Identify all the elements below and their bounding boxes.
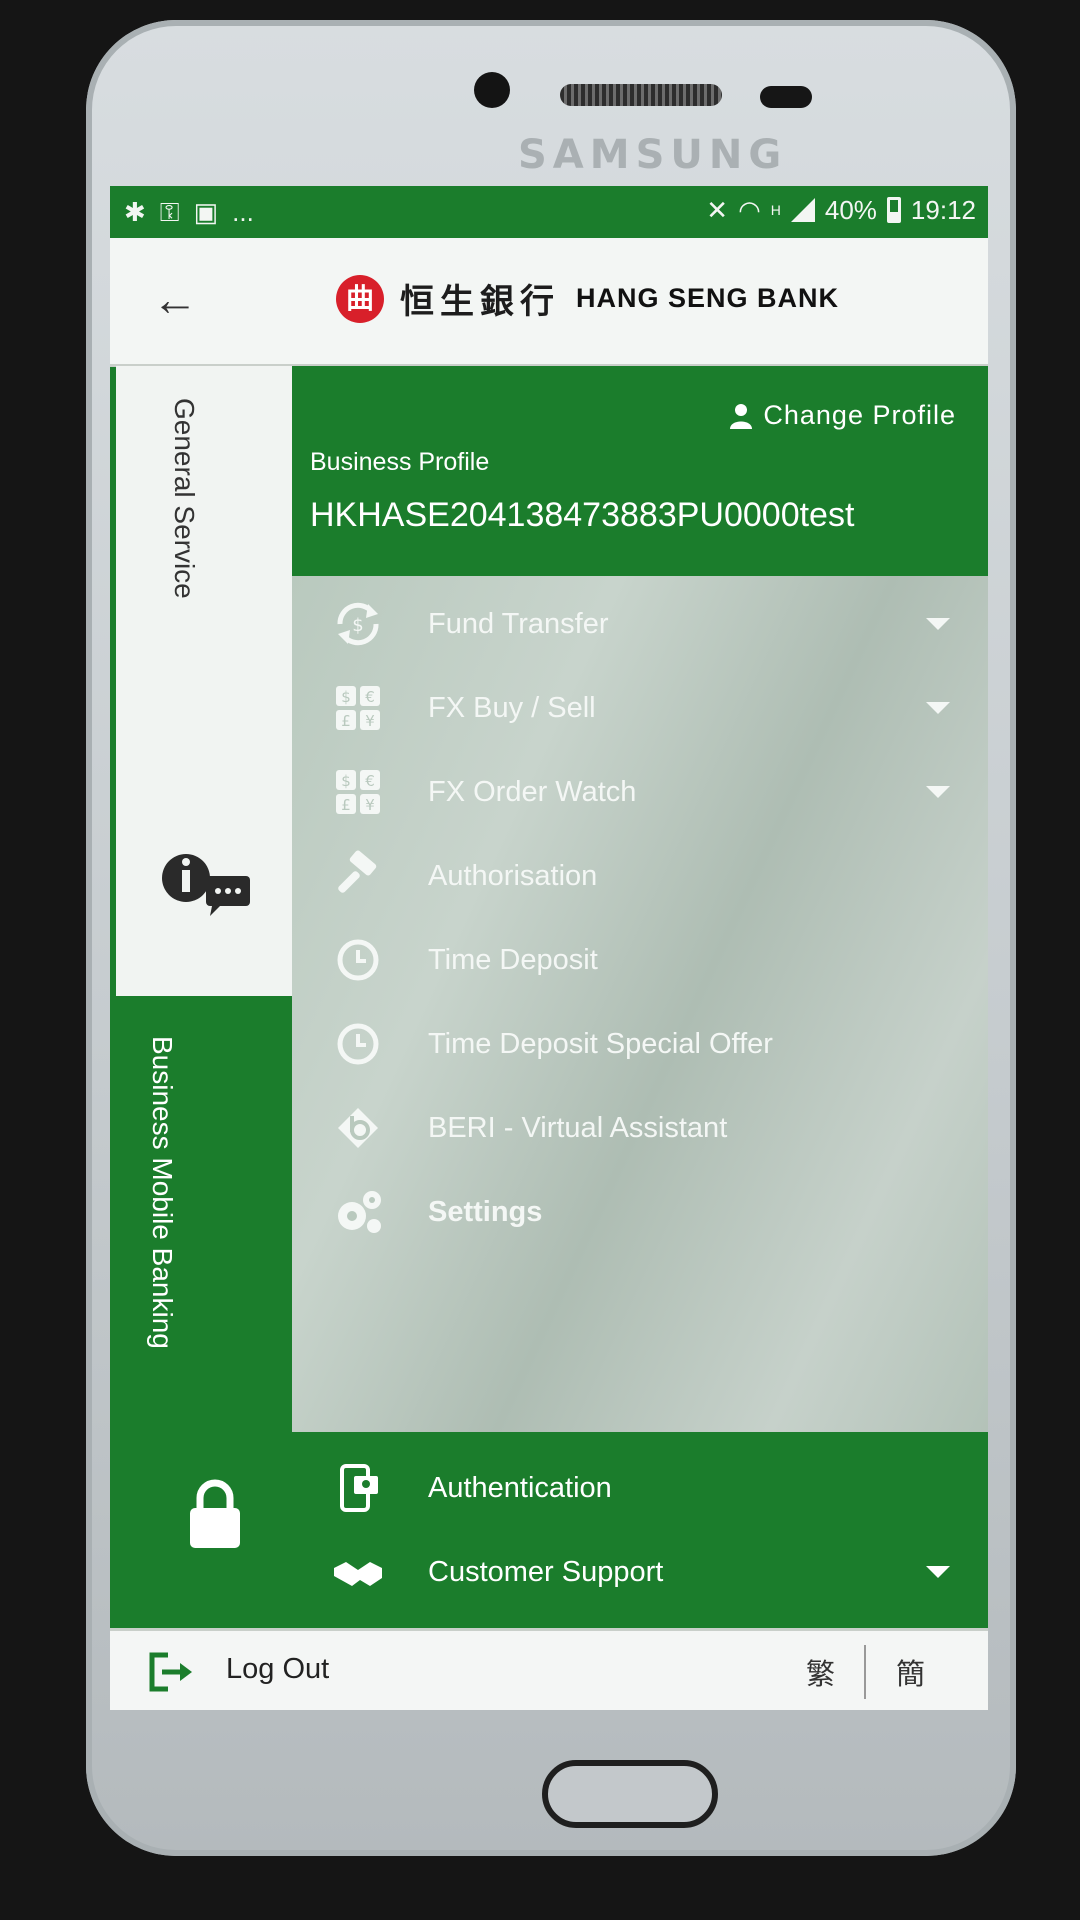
- wifi-icon: ◠: [738, 195, 761, 225]
- svg-text:£: £: [341, 796, 351, 814]
- sidebar-tab-business-mobile-banking[interactable]: Business Mobile Banking: [116, 1000, 292, 1628]
- currency-icon: $ € £ ¥: [336, 770, 380, 814]
- menu-item-beri-virtual-assistant[interactable]: BERI - Virtual Assistant: [292, 1086, 988, 1170]
- mute-icon: ✕: [706, 195, 729, 225]
- earpiece-speaker: [560, 84, 722, 106]
- menu-item-customer-support[interactable]: Customer Support: [292, 1530, 988, 1614]
- menu-label: Authorisation: [428, 859, 598, 892]
- menu-label: Time Deposit: [428, 943, 598, 976]
- svg-text:$: $: [352, 615, 363, 636]
- business-profile-panel: Change Profile Business Profile HKHASE20…: [292, 366, 988, 576]
- menu-label: BERI - Virtual Assistant: [428, 1111, 728, 1144]
- info-chat-icon: [162, 854, 250, 916]
- logo-chinese-name: 恒生銀行: [400, 282, 560, 322]
- lang-traditional-button[interactable]: 繁: [806, 1651, 835, 1693]
- svg-text:$: $: [341, 688, 351, 706]
- chevron-down-icon: [926, 786, 950, 798]
- app-screen: ✱ ⚿ ▣ ... ✕ ◠ H 40% 19:12 ← 曲 恒生銀行 HANG …: [110, 186, 988, 1710]
- footer-bar: Log Out 繁 簡: [110, 1628, 988, 1710]
- sidebar-tab-general-service[interactable]: General Service: [116, 366, 292, 996]
- svg-text:£: £: [341, 712, 351, 730]
- gavel-icon: [338, 850, 377, 893]
- battery-percent: 40%: [824, 194, 877, 225]
- bag-icon: ▣: [193, 197, 219, 227]
- signal-icon: [790, 198, 815, 222]
- lock-icon: [190, 1479, 240, 1548]
- business-profile-id: HKHASE204138473883PU0000test: [310, 496, 855, 534]
- app-header: ← 曲 恒生銀行 HANG SENG BANK: [110, 238, 988, 367]
- mobile-auth-icon: [340, 1464, 378, 1512]
- battery-icon: [886, 197, 901, 223]
- support-menu: Authentication Customer Support: [292, 1432, 988, 1628]
- svg-text:€: €: [365, 688, 375, 706]
- chevron-down-icon: [926, 702, 950, 714]
- menu-item-settings[interactable]: Settings: [292, 1170, 988, 1254]
- lang-divider: [864, 1645, 866, 1699]
- chevron-down-icon: [926, 1566, 950, 1578]
- menu-item-fund-transfer[interactable]: $ Fund Transfer: [292, 582, 988, 666]
- logout-icon[interactable]: [148, 1651, 194, 1693]
- general-service-label: General Service: [169, 398, 200, 599]
- menu-label: FX Buy / Sell: [428, 691, 596, 724]
- menu-label: Time Deposit Special Offer: [428, 1027, 773, 1060]
- svg-text:¥: ¥: [365, 796, 375, 814]
- fund-transfer-icon: $: [337, 602, 379, 646]
- key-icon: ⚿: [159, 197, 180, 227]
- handshake-icon: [334, 1562, 382, 1586]
- menu-item-fx-order-watch[interactable]: $ € £ ¥ FX Order Watch: [292, 750, 988, 834]
- lang-simplified-button[interactable]: 簡: [896, 1651, 925, 1693]
- change-profile-button[interactable]: Change Profile: [729, 400, 956, 431]
- change-profile-label: Change Profile: [763, 400, 956, 430]
- currency-icon: $ € £ ¥: [336, 686, 380, 730]
- menu-label: Authentication: [428, 1471, 612, 1504]
- home-button[interactable]: [542, 1760, 718, 1828]
- svg-text:$: $: [341, 772, 351, 790]
- menu-label: Customer Support: [428, 1555, 664, 1588]
- menu-item-time-deposit-special-offer[interactable]: Time Deposit Special Offer: [292, 1002, 988, 1086]
- device-brand: SAMSUNG: [518, 132, 788, 178]
- clock-icon: [337, 1023, 379, 1065]
- business-mobile-banking-label: Business Mobile Banking: [147, 1036, 178, 1349]
- business-profile-label: Business Profile: [310, 448, 490, 476]
- menu-label: FX Order Watch: [428, 775, 637, 808]
- clock-icon: [337, 939, 379, 981]
- menu-item-time-deposit[interactable]: Time Deposit: [292, 918, 988, 1002]
- status-bar: ✱ ⚿ ▣ ... ✕ ◠ H 40% 19:12: [110, 186, 988, 238]
- svg-text:€: €: [365, 772, 375, 790]
- bank-logo: 曲 恒生銀行 HANG SENG BANK: [336, 274, 839, 323]
- gears-icon: [338, 1191, 381, 1233]
- svg-text:¥: ¥: [365, 712, 375, 730]
- proximity-sensor: [760, 86, 812, 108]
- android-debug-icon: ✱: [124, 197, 146, 227]
- logo-english-name: HANG SENG BANK: [576, 283, 840, 313]
- menu-item-authorisation[interactable]: Authorisation: [292, 834, 988, 918]
- chevron-down-icon: [926, 618, 950, 630]
- menu-label: Fund Transfer: [428, 607, 609, 640]
- assistant-icon: [338, 1108, 378, 1148]
- network-type: H: [770, 202, 781, 218]
- hang-seng-logo-icon: 曲: [336, 274, 384, 323]
- more-dots-icon: ...: [232, 197, 254, 227]
- menu-label: Settings: [428, 1195, 543, 1228]
- clock-time: 19:12: [910, 194, 976, 225]
- logout-button[interactable]: Log Out: [226, 1653, 329, 1686]
- back-arrow-icon: ←: [152, 273, 198, 325]
- menu-item-authentication[interactable]: Authentication: [292, 1446, 988, 1530]
- service-menu: $ Fund Transfer $ € £ ¥ FX Buy / Sell $ …: [292, 576, 988, 1432]
- menu-item-fx-buy-sell[interactable]: $ € £ ¥ FX Buy / Sell: [292, 666, 988, 750]
- front-camera: [474, 72, 510, 108]
- person-icon: [730, 403, 753, 429]
- back-button[interactable]: ←: [142, 266, 208, 332]
